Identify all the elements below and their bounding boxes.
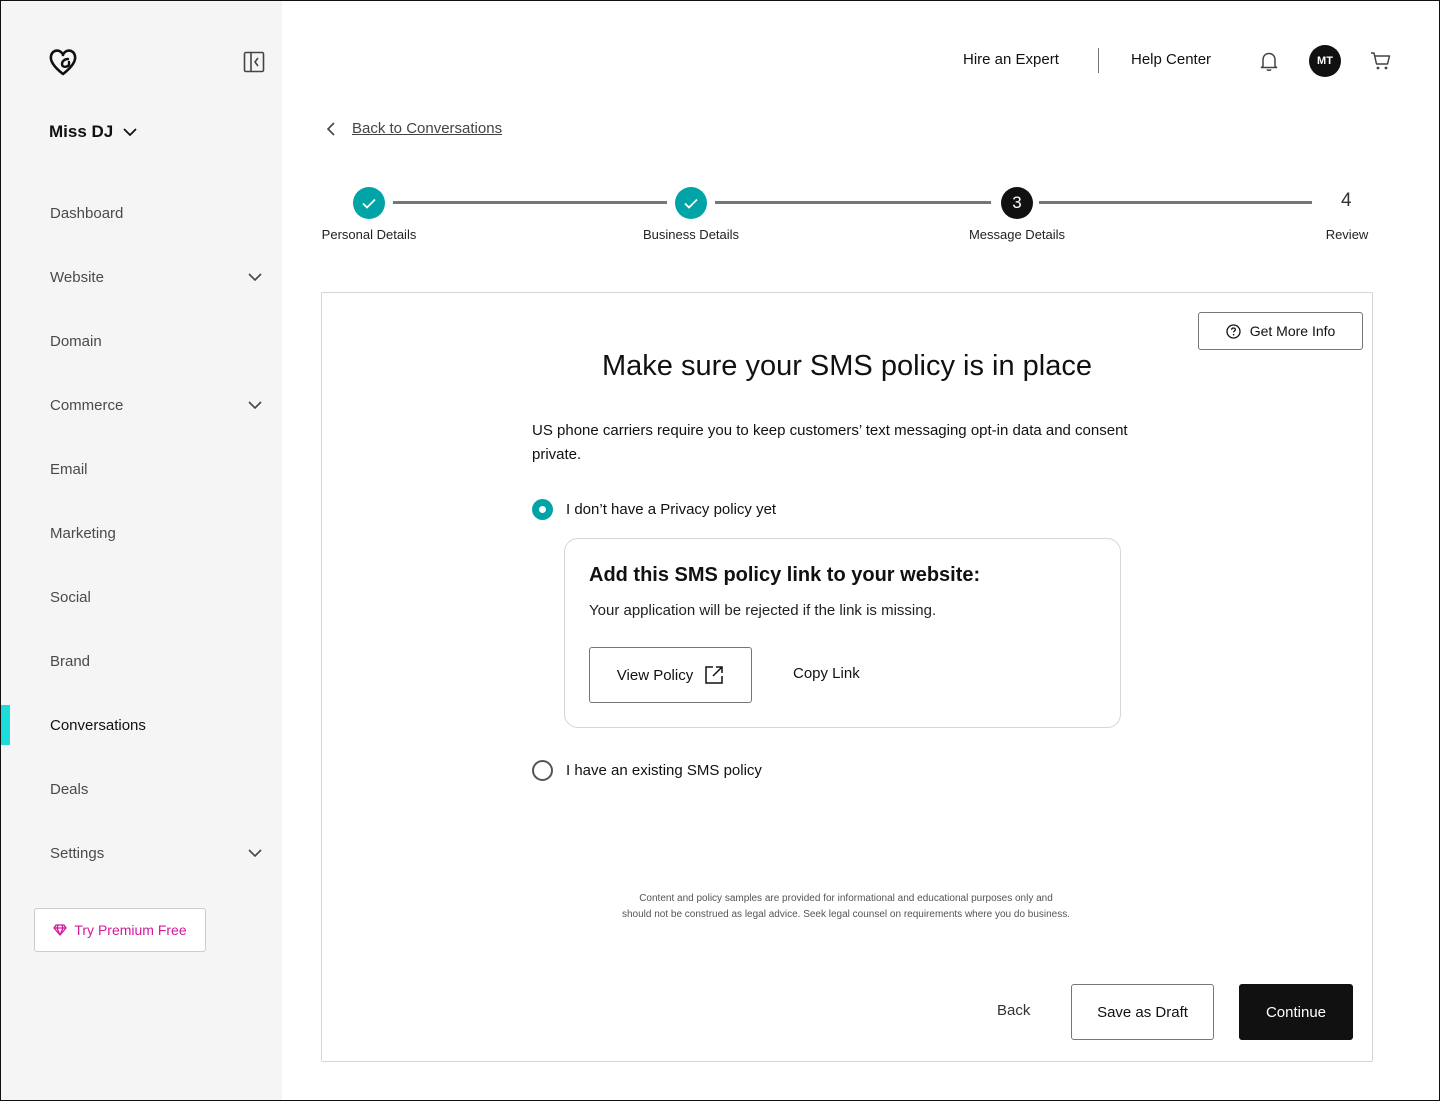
step-label: Review — [1325, 227, 1369, 242]
step-4-number: 4 — [1341, 190, 1352, 211]
help-circle-icon — [1226, 323, 1241, 339]
step-connector — [1039, 201, 1312, 204]
option-label: I have an existing SMS policy — [566, 762, 762, 779]
try-premium-button[interactable]: Try Premium Free — [34, 908, 206, 952]
continue-button[interactable]: Continue — [1239, 984, 1353, 1040]
sidebar-item-label: Commerce — [50, 396, 124, 414]
sidebar-item-deals[interactable]: Deals — [1, 769, 282, 809]
sidebar-item-label: Email — [50, 460, 88, 478]
avatar[interactable]: MT — [1309, 45, 1341, 77]
step-label: Business Details — [642, 227, 740, 242]
sidebar-item-label: Brand — [50, 652, 91, 670]
radio-selected[interactable] — [532, 499, 553, 520]
option-no-privacy-policy[interactable]: I don’t have a Privacy policy yet — [532, 499, 776, 520]
policy-panel-title: Add this SMS policy link to your website… — [589, 564, 981, 586]
page-title: Make sure your SMS policy is in place — [602, 350, 1092, 382]
sidebar-collapse-icon[interactable] — [243, 51, 265, 73]
get-more-info-label: Get More Info — [1249, 323, 1336, 339]
step-3-current: 3 — [1001, 187, 1033, 219]
step-label: Personal Details — [321, 227, 417, 242]
app-window: Miss DJ Dashboard Website Domain Commerc… — [0, 0, 1440, 1101]
step-connector — [715, 201, 991, 204]
check-icon — [684, 198, 698, 209]
option-label: I don’t have a Privacy policy yet — [566, 501, 777, 518]
chevron-down-icon — [248, 272, 262, 281]
view-policy-label: View Policy — [616, 666, 694, 684]
sidebar-item-brand[interactable]: Brand — [1, 641, 282, 681]
help-center-link[interactable]: Help Center — [1131, 51, 1211, 68]
description: US phone carriers require you to keep cu… — [532, 422, 1128, 463]
sidebar-item-label: Marketing — [50, 524, 116, 542]
back-button[interactable]: Back — [997, 1002, 1030, 1019]
get-more-info-button[interactable]: Get More Info — [1198, 312, 1363, 350]
sidebar: Miss DJ Dashboard Website Domain Commerc… — [1, 1, 282, 1100]
sidebar-item-social[interactable]: Social — [1, 577, 282, 617]
diamond-icon — [53, 924, 68, 936]
sidebar-item-conversations[interactable]: Conversations — [1, 705, 282, 745]
sidebar-item-label: Domain — [50, 332, 102, 350]
save-as-draft-button[interactable]: Save as Draft — [1071, 984, 1214, 1040]
chevron-down-icon — [123, 127, 137, 136]
disclaimer-line: Content and policy samples are provided … — [639, 893, 1053, 904]
bell-icon[interactable] — [1258, 50, 1280, 72]
sidebar-item-commerce[interactable]: Commerce — [1, 385, 282, 425]
sidebar-item-label: Deals — [50, 780, 89, 798]
back-link-label: Back to Conversations — [352, 120, 503, 137]
sidebar-item-label: Settings — [50, 844, 105, 862]
cart-icon[interactable] — [1370, 51, 1392, 71]
sidebar-item-domain[interactable]: Domain — [1, 321, 282, 361]
disclaimer-line: should not be construed as legal advice.… — [621, 909, 1071, 920]
chevron-down-icon — [248, 848, 262, 857]
sidebar-item-label: Dashboard — [50, 204, 124, 222]
sidebar-item-marketing[interactable]: Marketing — [1, 513, 282, 553]
godaddy-logo-icon[interactable] — [48, 47, 78, 77]
back-to-conversations-link[interactable]: Back to Conversations — [326, 120, 502, 137]
sidebar-item-email[interactable]: Email — [1, 449, 282, 489]
chevron-down-icon — [248, 400, 262, 409]
chevron-left-icon — [326, 121, 335, 136]
hire-expert-link[interactable]: Hire an Expert — [963, 51, 1059, 68]
option-existing-sms-policy[interactable]: I have an existing SMS policy — [532, 760, 762, 781]
sidebar-item-dashboard[interactable]: Dashboard — [1, 193, 282, 233]
step-2-done — [675, 187, 707, 219]
radio-unselected[interactable] — [532, 760, 553, 781]
external-link-icon — [705, 666, 723, 684]
step-connector — [393, 201, 667, 204]
try-premium-label: Try Premium Free — [74, 922, 187, 938]
sidebar-item-label: Conversations — [50, 716, 146, 734]
check-icon — [362, 198, 376, 209]
policy-panel-subtitle: Your application will be rejected if the… — [589, 602, 937, 619]
sidebar-item-website[interactable]: Website — [1, 257, 282, 297]
account-switcher[interactable]: Miss DJ — [49, 122, 137, 142]
copy-link-button[interactable]: Copy Link — [793, 665, 860, 682]
sidebar-item-label: Website — [50, 268, 104, 286]
sidebar-item-settings[interactable]: Settings — [1, 833, 282, 873]
account-name: Miss DJ — [49, 122, 114, 141]
header-divider — [1098, 48, 1099, 73]
step-1-done — [353, 187, 385, 219]
step-label: Message Details — [968, 227, 1066, 242]
view-policy-button[interactable]: View Policy — [589, 647, 752, 703]
sidebar-item-label: Social — [50, 588, 91, 606]
legal-disclaimer: Content and policy samples are provided … — [581, 891, 1111, 923]
